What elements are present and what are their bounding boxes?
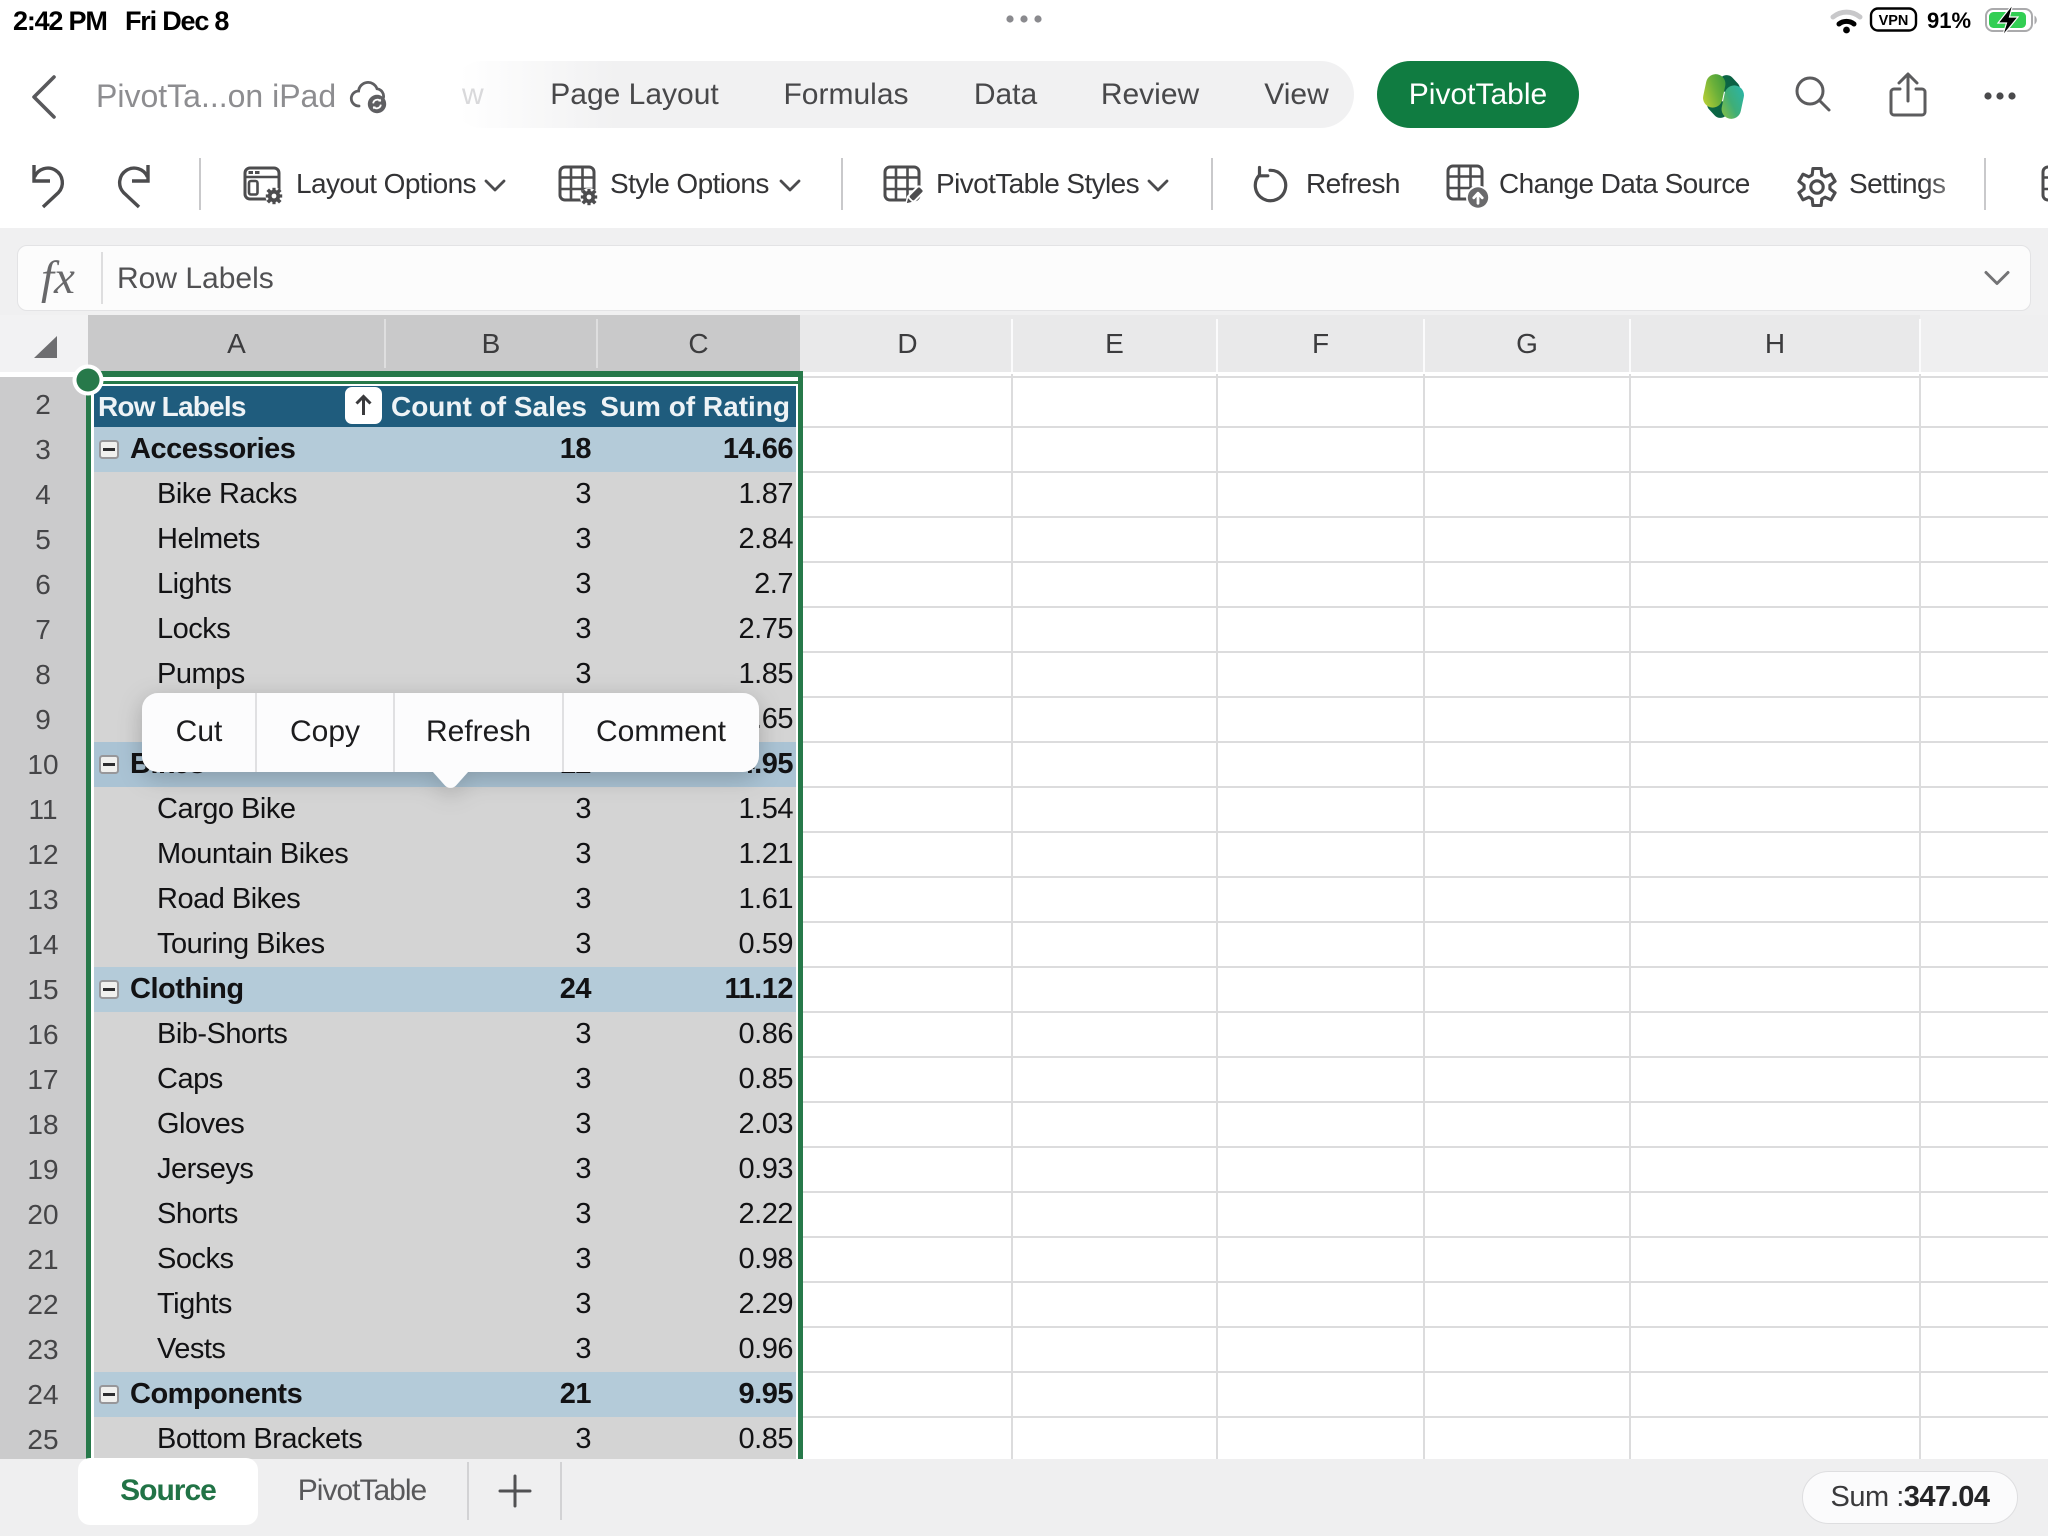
svg-text:VPN: VPN [1879, 13, 1909, 29]
svg-text:91%: 91% [1927, 8, 1971, 33]
